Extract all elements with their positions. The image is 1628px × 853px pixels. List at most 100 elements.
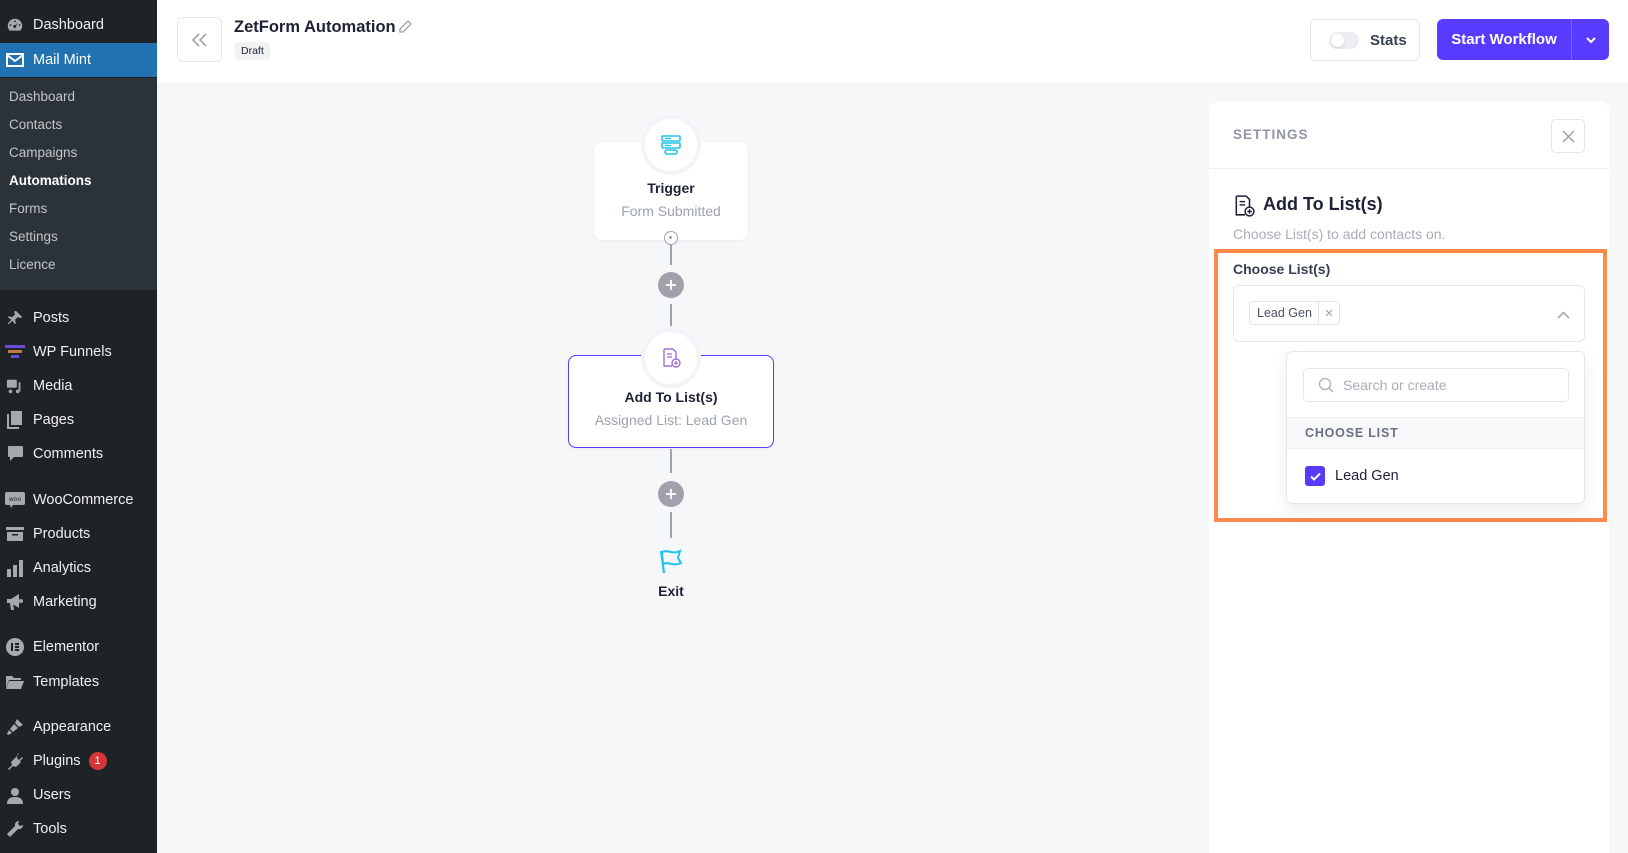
workflow-header: ZetForm Automation Draft Stats Start Wor… xyxy=(157,0,1628,82)
media-icon xyxy=(5,376,25,396)
wrench-icon xyxy=(5,819,25,839)
status-badge: Draft xyxy=(235,42,270,60)
sidebar-item-plugins[interactable]: Plugins 1 xyxy=(0,744,157,778)
sidebar-item-marketing[interactable]: Marketing xyxy=(0,585,157,619)
sidebar-item-pages[interactable]: Pages xyxy=(0,403,157,437)
list-option-label: Lead Gen xyxy=(1335,468,1399,484)
connector-line xyxy=(670,449,672,473)
mail-mint-submenu: Dashboard Contacts Campaigns Automations… xyxy=(0,78,157,290)
sidebar-item-templates[interactable]: Templates xyxy=(0,665,157,699)
sidebar-item-users[interactable]: Users xyxy=(0,778,157,812)
add-step-button[interactable] xyxy=(658,272,684,298)
sidebar-item-tools[interactable]: Tools xyxy=(0,812,157,846)
workflow-canvas: Trigger Form Submitted Add To List(s) As… xyxy=(157,82,1209,853)
wp-admin-sidebar: Dashboard Mail Mint Dashboard Contacts C… xyxy=(0,0,157,853)
sidebar-item-label: Elementor xyxy=(33,639,100,655)
sidebar-item-label: Appearance xyxy=(33,719,112,735)
sidebar-item-media[interactable]: Media xyxy=(0,369,157,403)
stats-toggle[interactable] xyxy=(1329,31,1359,49)
submenu-item-automations[interactable]: Automations xyxy=(9,173,92,188)
submenu-item-dashboard[interactable]: Dashboard xyxy=(9,89,75,104)
connector-line xyxy=(670,512,672,538)
funnel-icon xyxy=(5,342,25,362)
sidebar-item-comments[interactable]: Comments xyxy=(0,437,157,471)
chevron-down-icon xyxy=(1585,36,1596,43)
comment-icon xyxy=(5,444,25,464)
sidebar-item-label: WooCommerce xyxy=(33,492,134,508)
close-settings-button[interactable] xyxy=(1551,119,1585,153)
workflow-title: ZetForm Automation xyxy=(234,18,396,36)
sidebar-item-label: WP Funnels xyxy=(33,344,112,360)
start-workflow-options-button[interactable] xyxy=(1571,19,1609,60)
submenu-item-settings[interactable]: Settings xyxy=(9,229,58,244)
submenu-item-forms[interactable]: Forms xyxy=(9,201,47,216)
plugin-update-badge: 1 xyxy=(88,752,107,770)
double-chevron-left-icon xyxy=(191,32,207,47)
sidebar-item-label: Users xyxy=(33,787,71,803)
woo-icon: woo xyxy=(5,490,25,510)
list-search-field[interactable] xyxy=(1303,368,1569,402)
submenu-item-campaigns[interactable]: Campaigns xyxy=(9,145,77,160)
close-icon xyxy=(1561,129,1575,143)
sidebar-item-label: Comments xyxy=(33,446,104,462)
sidebar-item-woocommerce[interactable]: woo WooCommerce xyxy=(0,483,157,517)
connector-line xyxy=(670,245,672,265)
action-title: Add To List(s) xyxy=(1263,194,1383,214)
action-icon-badge xyxy=(645,332,697,384)
brush-icon xyxy=(5,717,25,737)
pencil-icon[interactable] xyxy=(398,19,413,39)
action-node-title: Add To List(s) xyxy=(624,389,718,405)
sidebar-item-elementor[interactable]: Elementor xyxy=(0,630,157,664)
stats-toggle-button[interactable]: Stats xyxy=(1310,19,1420,61)
remove-tag-button[interactable] xyxy=(1317,302,1339,324)
sidebar-item-label: Analytics xyxy=(33,560,92,576)
list-option[interactable]: Lead Gen xyxy=(1305,466,1399,486)
trigger-output-handle[interactable] xyxy=(664,231,678,245)
plug-icon xyxy=(5,751,25,771)
start-workflow-button[interactable]: Start Workflow xyxy=(1437,19,1571,60)
action-node-subtitle: Assigned List: Lead Gen xyxy=(594,412,748,428)
sidebar-item-posts[interactable]: Posts xyxy=(0,301,157,335)
pages-icon xyxy=(5,410,25,430)
trigger-title: Trigger xyxy=(647,180,695,196)
form-icon xyxy=(661,135,681,155)
add-step-button[interactable] xyxy=(658,481,684,507)
connector-line xyxy=(670,304,672,326)
sidebar-item-label: Pages xyxy=(33,412,75,428)
svg-text:woo: woo xyxy=(9,496,22,503)
choose-lists-label: Choose List(s) xyxy=(1233,261,1331,277)
submenu-item-contacts[interactable]: Contacts xyxy=(9,117,62,132)
exit-label: Exit xyxy=(658,583,684,599)
selected-list-tag: Lead Gen xyxy=(1249,301,1340,325)
sidebar-item-mail-mint[interactable]: Mail Mint xyxy=(0,43,157,77)
list-dropdown: CHOOSE LIST Lead Gen xyxy=(1286,351,1585,504)
sidebar-item-label: Marketing xyxy=(33,594,97,610)
list-search-input[interactable] xyxy=(1343,377,1563,393)
plus-icon xyxy=(666,280,676,290)
sidebar-item-analytics[interactable]: Analytics xyxy=(0,551,157,585)
settings-title: SETTINGS xyxy=(1233,127,1309,142)
bar-chart-icon xyxy=(5,558,25,578)
submenu-item-licence[interactable]: Licence xyxy=(9,257,56,272)
folder-icon xyxy=(5,672,25,692)
sidebar-item-appearance[interactable]: Appearance xyxy=(0,710,157,744)
chevron-up-icon[interactable] xyxy=(1557,306,1570,324)
sidebar-item-label: Plugins xyxy=(33,753,81,769)
sidebar-item-label: Media xyxy=(33,378,73,394)
choose-lists-select[interactable]: Lead Gen xyxy=(1233,285,1585,342)
stats-label: Stats xyxy=(1370,31,1407,49)
sidebar-item-label: Products xyxy=(33,526,91,542)
trigger-icon-badge xyxy=(645,119,697,171)
list-option-checkbox[interactable] xyxy=(1305,466,1325,486)
plus-icon xyxy=(666,489,676,499)
sidebar-item-label: Dashboard xyxy=(33,17,104,33)
exit-node[interactable]: Exit xyxy=(651,548,691,599)
list-add-icon xyxy=(663,348,681,368)
sidebar-item-dashboard[interactable]: Dashboard xyxy=(0,8,157,42)
checkmark-icon xyxy=(1309,472,1321,481)
user-icon xyxy=(5,785,25,805)
pin-icon xyxy=(5,308,25,328)
back-button[interactable] xyxy=(177,17,222,62)
sidebar-item-wp-funnels[interactable]: WP Funnels xyxy=(0,335,157,369)
sidebar-item-products[interactable]: Products xyxy=(0,517,157,551)
